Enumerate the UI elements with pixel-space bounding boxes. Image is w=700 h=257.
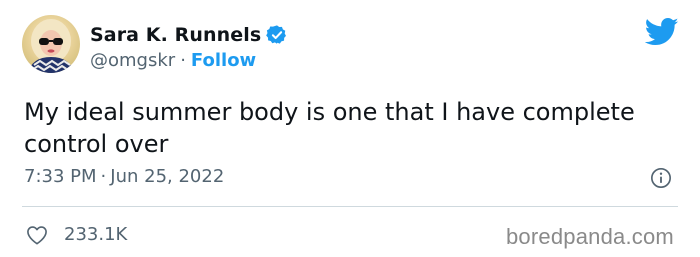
- heart-icon: [26, 225, 48, 245]
- author-handle-row: @omgskr · Follow: [90, 50, 256, 71]
- info-icon[interactable]: [650, 167, 672, 189]
- divider: [22, 206, 678, 207]
- handle-separator: ·: [180, 50, 186, 71]
- like-count: 233.1K: [64, 224, 128, 245]
- tweet-text: My ideal summer body is one that I have …: [24, 98, 635, 158]
- tweet-time: 7:33 PM: [24, 166, 97, 187]
- twitter-bird-icon[interactable]: [644, 17, 679, 47]
- verified-badge-icon: [266, 24, 288, 46]
- author-handle[interactable]: @omgskr: [90, 50, 175, 71]
- author-name-row: Sara K. Runnels: [90, 22, 288, 48]
- like-button[interactable]: 233.1K: [26, 224, 127, 245]
- follow-link[interactable]: Follow: [191, 50, 256, 71]
- watermark: boredpanda.com: [506, 224, 674, 249]
- meta-separator: ·: [100, 166, 107, 187]
- avatar[interactable]: [22, 15, 80, 73]
- author-display-name[interactable]: Sara K. Runnels: [90, 24, 261, 46]
- tweet-date: Jun 25, 2022: [110, 166, 225, 187]
- tweet-timestamp[interactable]: 7:33 PM · Jun 25, 2022: [24, 166, 224, 187]
